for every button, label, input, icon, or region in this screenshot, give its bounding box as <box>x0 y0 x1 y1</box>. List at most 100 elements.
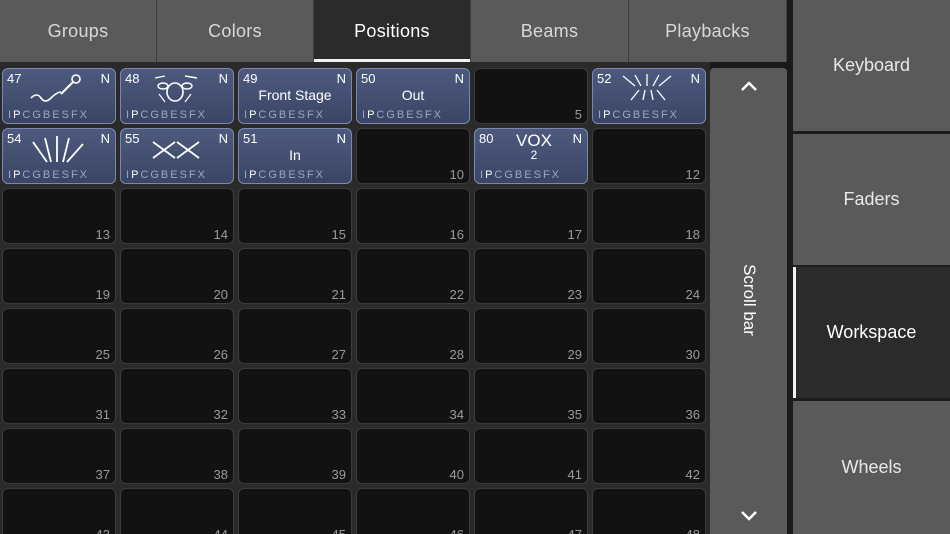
empty-preset-slot[interactable]: 15 <box>238 188 352 244</box>
empty-preset-slot[interactable]: 41 <box>474 428 588 484</box>
side-button-wheels[interactable]: Wheels <box>793 401 950 534</box>
preset-tile[interactable]: 48 N IPCGBESFX <box>120 68 234 124</box>
slot-number: 34 <box>449 407 464 422</box>
slot-number: 23 <box>567 287 582 302</box>
empty-preset-slot[interactable]: 34 <box>356 368 470 424</box>
empty-preset-slot[interactable]: 37 <box>2 428 116 484</box>
empty-preset-slot[interactable]: 23 <box>474 248 588 304</box>
slot-number: 19 <box>95 287 110 302</box>
empty-preset-slot[interactable]: 47 <box>474 488 588 534</box>
preset-tile[interactable]: 52 N IPCGBESFX <box>592 68 706 124</box>
empty-preset-slot[interactable]: 19 <box>2 248 116 304</box>
empty-preset-slot[interactable]: 28 <box>356 308 470 364</box>
slot-number: 17 <box>567 227 582 242</box>
preset-tile[interactable]: 80 N VOX 2 IPCGBESFX <box>474 128 588 184</box>
attribute-letters: IPCGBESFX <box>362 109 444 121</box>
slot-number: 20 <box>213 287 228 302</box>
tab-beams[interactable]: Beams <box>471 0 629 62</box>
empty-preset-slot[interactable]: 42 <box>592 428 706 484</box>
preset-tile[interactable]: 47 N IPCGBESFX <box>2 68 116 124</box>
empty-preset-slot[interactable]: 38 <box>120 428 234 484</box>
attribute-letters: IPCGBESFX <box>244 109 326 121</box>
empty-preset-slot[interactable]: 16 <box>356 188 470 244</box>
empty-preset-slot[interactable]: 12 <box>592 128 706 184</box>
preset-tile[interactable]: 50 N Out IPCGBESFX <box>356 68 470 124</box>
empty-preset-slot[interactable]: 44 <box>120 488 234 534</box>
empty-preset-slot[interactable]: 5 <box>474 68 588 124</box>
side-panel: Keyboard Faders Workspace Wheels <box>790 0 950 534</box>
empty-preset-slot[interactable]: 43 <box>2 488 116 534</box>
attribute-letters: IPCGBESFX <box>480 169 562 181</box>
tab-playbacks[interactable]: Playbacks <box>629 0 787 62</box>
preset-flag: N <box>690 71 700 86</box>
scroll-up-button[interactable] <box>710 72 787 100</box>
slot-number: 24 <box>685 287 700 302</box>
preset-number: 50 <box>361 71 376 86</box>
preset-number: 52 <box>597 71 612 86</box>
empty-preset-slot[interactable]: 10 <box>356 128 470 184</box>
empty-preset-slot[interactable]: 45 <box>238 488 352 534</box>
tab-positions[interactable]: Positions <box>314 0 471 62</box>
slot-number: 25 <box>95 347 110 362</box>
side-button-faders[interactable]: Faders <box>793 134 950 265</box>
empty-preset-slot[interactable]: 21 <box>238 248 352 304</box>
preset-flag: N <box>218 71 228 86</box>
slot-number: 22 <box>449 287 464 302</box>
side-button-keyboard[interactable]: Keyboard <box>793 0 950 131</box>
empty-preset-slot[interactable]: 32 <box>120 368 234 424</box>
preset-number: 51 <box>243 131 258 146</box>
slot-number: 41 <box>567 467 582 482</box>
preset-label: Front Stage <box>258 87 332 103</box>
preset-label: In <box>289 147 301 163</box>
slot-number: 12 <box>685 167 700 182</box>
scroll-bar[interactable]: Scroll bar <box>710 68 787 534</box>
side-button-workspace[interactable]: Workspace <box>793 267 950 398</box>
tab-groups[interactable]: Groups <box>0 0 157 62</box>
empty-preset-slot[interactable]: 22 <box>356 248 470 304</box>
slot-number: 10 <box>449 167 464 182</box>
tab-colors[interactable]: Colors <box>157 0 314 62</box>
empty-preset-slot[interactable]: 35 <box>474 368 588 424</box>
empty-preset-slot[interactable]: 13 <box>2 188 116 244</box>
slot-number: 42 <box>685 467 700 482</box>
empty-preset-slot[interactable]: 33 <box>238 368 352 424</box>
empty-preset-slot[interactable]: 17 <box>474 188 588 244</box>
empty-preset-slot[interactable]: 18 <box>592 188 706 244</box>
preset-tile[interactable]: 49 N Front Stage IPCGBESFX <box>238 68 352 124</box>
slot-number: 43 <box>96 527 110 534</box>
slot-number: 39 <box>331 467 346 482</box>
empty-preset-slot[interactable]: 25 <box>2 308 116 364</box>
empty-preset-slot[interactable]: 46 <box>356 488 470 534</box>
empty-preset-slot[interactable]: 26 <box>120 308 234 364</box>
empty-preset-slot[interactable]: 24 <box>592 248 706 304</box>
slot-number: 27 <box>331 347 346 362</box>
slot-number: 48 <box>686 527 700 534</box>
empty-preset-slot[interactable]: 48 <box>592 488 706 534</box>
preset-grid: 47 N IPCGBESFX 48 N IPCGBESFX 49 N Front Stage IP… <box>2 68 706 534</box>
empty-preset-slot[interactable]: 29 <box>474 308 588 364</box>
empty-preset-slot[interactable]: 39 <box>238 428 352 484</box>
preset-tile[interactable]: 51 N In IPCGBESFX <box>238 128 352 184</box>
vox-icon: VOX 2 <box>516 131 552 162</box>
empty-preset-slot[interactable]: 31 <box>2 368 116 424</box>
preset-tile[interactable]: 55 N IPCGBESFX <box>120 128 234 184</box>
empty-preset-slot[interactable]: 40 <box>356 428 470 484</box>
preset-number: 55 <box>125 131 140 146</box>
chevron-down-icon <box>740 511 757 521</box>
preset-number: 80 <box>479 131 494 146</box>
scroll-down-button[interactable] <box>710 502 787 530</box>
slot-number: 32 <box>213 407 228 422</box>
empty-preset-slot[interactable]: 36 <box>592 368 706 424</box>
empty-preset-slot[interactable]: 30 <box>592 308 706 364</box>
slot-number: 44 <box>214 527 228 534</box>
empty-preset-slot[interactable]: 20 <box>120 248 234 304</box>
empty-preset-slot[interactable]: 27 <box>238 308 352 364</box>
preset-number: 49 <box>243 71 258 86</box>
attribute-letters: IPCGBESFX <box>8 109 90 121</box>
slot-number: 21 <box>331 287 346 302</box>
fan-arrows-icon <box>27 132 97 164</box>
preset-tile[interactable]: 54 N IPCGBESFX <box>2 128 116 184</box>
attribute-letters: IPCGBESFX <box>8 169 90 181</box>
empty-preset-slot[interactable]: 14 <box>120 188 234 244</box>
preset-number: 48 <box>125 71 140 86</box>
